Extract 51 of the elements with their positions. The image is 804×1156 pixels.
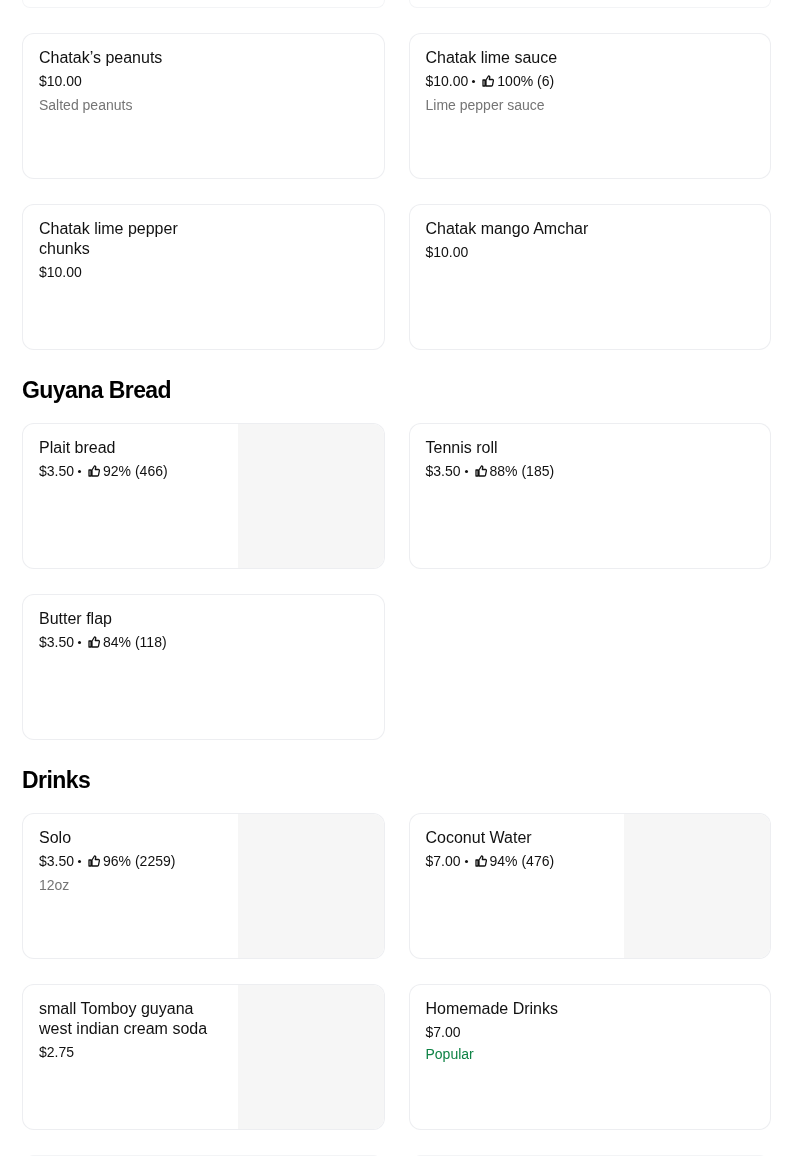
- item-description: Salted peanuts: [39, 96, 133, 115]
- item-price: $10.00: [39, 263, 82, 282]
- item-name: Chatak mango Amchar: [425, 219, 589, 239]
- item-name: Homemade Drinks: [425, 999, 558, 1019]
- menu-item-card[interactable]: Butter flap $3.50 84% (118): [22, 594, 385, 740]
- section-heading: Guyana Bread: [22, 376, 173, 405]
- item-description: Lime pepper sauce: [425, 96, 545, 115]
- thumbs-up-icon: [474, 465, 487, 477]
- menu-item-card[interactable]: Plait bread $3.50 92% (466): [22, 423, 385, 569]
- item-price: $10.00: [39, 72, 82, 91]
- item-name: Chatak lime sauce: [425, 48, 558, 68]
- menu-item-card[interactable]: Coconut Water $7.00 94% (476): [408, 813, 771, 959]
- item-price: $2.75: [39, 1043, 75, 1062]
- thumbs-up-icon: [88, 855, 101, 867]
- section-heading: Drinks: [22, 766, 92, 795]
- menu-item-card[interactable]: Homemade Drinks $7.00 Popular: [408, 984, 771, 1130]
- item-price: $3.50: [39, 633, 75, 652]
- item-rating: 92% (466): [103, 462, 168, 481]
- item-rating: 94% (476): [489, 852, 555, 871]
- item-name: Solo: [39, 828, 72, 848]
- item-name: Chatak’s peanuts: [39, 48, 163, 68]
- thumbs-up-icon: [474, 855, 487, 867]
- item-price: $3.50: [39, 462, 75, 481]
- item-name: Plait bread: [39, 438, 116, 458]
- thumbs-up-icon: [482, 75, 495, 87]
- item-price: $7.00: [425, 1023, 461, 1042]
- item-price: $3.50: [425, 462, 461, 481]
- popular-tag: Popular: [425, 1044, 474, 1064]
- thumbs-up-icon: [88, 465, 101, 477]
- item-name: small Tomboy guyana west indian cream soda: [39, 999, 209, 1039]
- menu-item-card[interactable]: Chatak lime pepper chunks $10.00: [22, 204, 385, 350]
- menu-item-card[interactable]: Chatak mango Amchar $10.00: [408, 204, 771, 350]
- item-rating: 84% (118): [103, 633, 167, 652]
- menu-item-card[interactable]: Chatak lime sauce $10.00 100% (6) Lime pepper sauce: [408, 33, 771, 179]
- item-price: $10.00: [425, 72, 469, 91]
- menu-item-card[interactable]: Solo $3.50 96% (2259) 12oz: [22, 813, 385, 959]
- thumbs-up-icon: [88, 636, 101, 648]
- menu-item-card[interactable]: Tennis roll $3.50 88% (185): [408, 423, 771, 569]
- item-name: Chatak lime pepper chunks: [39, 219, 179, 259]
- item-description: 12oz: [39, 876, 70, 895]
- item-price: $3.50: [39, 852, 75, 871]
- item-price: $10.00: [425, 243, 469, 262]
- item-name: Coconut Water: [425, 828, 532, 848]
- item-rating: 88% (185): [489, 462, 555, 481]
- item-name: Butter flap: [39, 609, 112, 629]
- item-rating: 100% (6): [497, 72, 555, 91]
- item-name: Tennis roll: [425, 438, 498, 458]
- menu-item-card[interactable]: Chatak’s peanuts $10.00 Salted peanuts: [22, 33, 385, 179]
- menu-item-card[interactable]: small Tomboy guyana west indian cream soda $2.75: [22, 984, 385, 1130]
- item-price: $7.00: [425, 852, 461, 871]
- item-rating: 96% (2259): [103, 852, 176, 871]
